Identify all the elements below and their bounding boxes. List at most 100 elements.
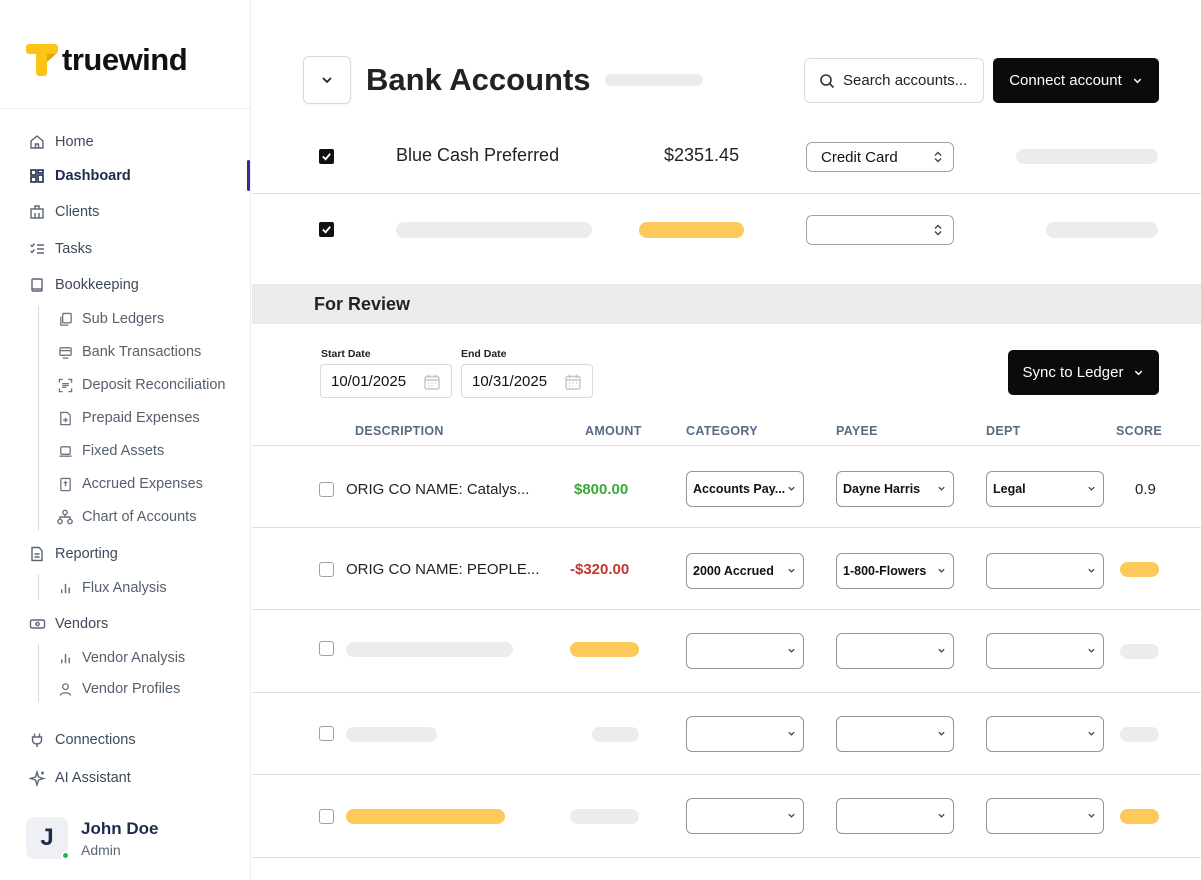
- sidebar-item-fixed-assets[interactable]: Fixed Assets: [57, 440, 164, 462]
- connect-account-button[interactable]: Connect account: [993, 58, 1159, 103]
- account-name: Blue Cash Preferred: [396, 145, 560, 165]
- sidebar-item-label: Bookkeeping: [55, 277, 139, 293]
- column-header-score[interactable]: SCORE: [1116, 424, 1162, 438]
- payee-select[interactable]: [836, 716, 954, 752]
- transaction-checkbox[interactable]: [319, 726, 334, 741]
- end-date-input[interactable]: 10/31/2025: [461, 364, 593, 398]
- category-select[interactable]: Accounts Pay...: [686, 471, 804, 507]
- category-value: Accounts Pay...: [693, 482, 786, 496]
- column-header-description[interactable]: DESCRIPTION: [355, 424, 444, 438]
- chevron-down-icon: [1087, 566, 1096, 575]
- loading-placeholder: [1120, 809, 1159, 824]
- transaction-checkbox[interactable]: [319, 482, 334, 497]
- account-type-select[interactable]: Credit Card: [806, 142, 954, 172]
- chevron-down-icon: [320, 73, 334, 87]
- chevron-down-icon: [937, 646, 946, 655]
- calendar-icon[interactable]: [564, 373, 582, 395]
- category-select[interactable]: [686, 716, 804, 752]
- category-select[interactable]: 2000 Accrued: [686, 553, 804, 589]
- sync-to-ledger-button[interactable]: Sync to Ledger: [1008, 350, 1159, 395]
- dept-select[interactable]: Legal: [986, 471, 1104, 507]
- chevron-up-down-icon: [933, 151, 943, 163]
- sidebar-item-sub-ledgers[interactable]: Sub Ledgers: [57, 308, 164, 330]
- column-header-payee[interactable]: PAYEE: [836, 424, 878, 438]
- chevron-down-icon: [937, 484, 946, 493]
- loading-placeholder: [346, 727, 437, 742]
- loading-placeholder: [1120, 644, 1159, 659]
- active-indicator: [247, 160, 250, 191]
- dept-select[interactable]: [986, 633, 1104, 669]
- payee-select[interactable]: 1-800-Flowers: [836, 553, 954, 589]
- sidebar-item-chart-of-accounts[interactable]: Chart of Accounts: [57, 506, 196, 528]
- transaction-amount: $800.00: [574, 481, 629, 498]
- sidebar-item-reporting[interactable]: Reporting: [28, 543, 118, 565]
- sidebar-item-flux-analysis[interactable]: Flux Analysis: [57, 577, 167, 599]
- search-icon: [819, 73, 835, 89]
- row-divider: [252, 692, 1201, 693]
- sidebar-item-home[interactable]: Home: [28, 131, 94, 153]
- sidebar-item-ai-assistant[interactable]: AI Assistant: [28, 767, 131, 789]
- plug-icon: [28, 731, 46, 749]
- sidebar-item-accrued-expenses[interactable]: Accrued Expenses: [57, 473, 203, 495]
- copy-icon: [57, 311, 73, 327]
- payee-select[interactable]: [836, 798, 954, 834]
- book-icon: [28, 276, 46, 294]
- sidebar-item-bookkeeping[interactable]: Bookkeeping: [28, 274, 139, 296]
- hierarchy-icon: [57, 509, 73, 525]
- column-header-amount[interactable]: AMOUNT: [585, 424, 642, 438]
- account-checkbox[interactable]: [319, 149, 334, 164]
- sidebar-item-label: Bank Transactions: [82, 344, 202, 360]
- account-checkbox[interactable]: [319, 222, 334, 237]
- sidebar-item-prepaid-expenses[interactable]: Prepaid Expenses: [57, 407, 200, 429]
- column-header-dept[interactable]: DEPT: [986, 424, 1021, 438]
- sidebar-item-vendors[interactable]: Vendors: [28, 613, 108, 635]
- category-select[interactable]: [686, 633, 804, 669]
- report-icon: [28, 545, 46, 563]
- chevron-down-icon: [787, 811, 796, 820]
- tree-line: [38, 574, 39, 600]
- sidebar-item-label: Accrued Expenses: [82, 476, 203, 492]
- sidebar-item-connections[interactable]: Connections: [28, 729, 136, 751]
- column-header-category[interactable]: CATEGORY: [686, 424, 758, 438]
- account-type-select[interactable]: [806, 215, 954, 245]
- sidebar-item-dashboard[interactable]: Dashboard: [28, 165, 131, 187]
- vendor-icon: [28, 615, 46, 633]
- transaction-checkbox[interactable]: [319, 641, 334, 656]
- dept-select[interactable]: [986, 553, 1104, 589]
- sidebar-item-clients[interactable]: Clients: [28, 201, 99, 223]
- dept-select[interactable]: [986, 716, 1104, 752]
- page-title: Bank Accounts: [366, 62, 591, 97]
- start-date-input[interactable]: 10/01/2025: [320, 364, 452, 398]
- collapse-button[interactable]: [303, 56, 351, 104]
- loading-placeholder: [346, 809, 505, 824]
- search-label: Search accounts...: [843, 72, 968, 89]
- dept-value: Legal: [993, 482, 1026, 496]
- row-divider: [252, 609, 1201, 610]
- truewind-logo[interactable]: truewind: [26, 42, 188, 78]
- receipt-icon: [57, 476, 73, 492]
- online-status-dot: [61, 851, 70, 860]
- transaction-checkbox[interactable]: [319, 562, 334, 577]
- sidebar-item-tasks[interactable]: Tasks: [28, 238, 92, 260]
- tasks-icon: [28, 240, 46, 258]
- laptop-icon: [57, 443, 73, 459]
- sidebar-item-vendor-analysis[interactable]: Vendor Analysis: [57, 647, 185, 669]
- end-date-label: End Date: [461, 348, 507, 360]
- sidebar-item-vendor-profiles[interactable]: Vendor Profiles: [57, 678, 180, 700]
- sidebar-item-label: Home: [55, 134, 94, 150]
- sidebar: truewind Home Dashboard Clients Tasks Bo…: [0, 0, 251, 880]
- sidebar-item-label: Vendor Profiles: [82, 681, 181, 697]
- dept-select[interactable]: [986, 798, 1104, 834]
- sidebar-item-bank-transactions[interactable]: Bank Transactions: [57, 341, 201, 363]
- transaction-checkbox[interactable]: [319, 809, 334, 824]
- sidebar-item-label: Sub Ledgers: [82, 311, 165, 327]
- calendar-icon[interactable]: [423, 373, 441, 395]
- payee-select[interactable]: Dayne Harris: [836, 471, 954, 507]
- user-profile[interactable]: J John Doe Admin: [26, 817, 158, 860]
- sidebar-item-label: Reporting: [55, 546, 118, 562]
- sidebar-item-deposit-reconciliation[interactable]: Deposit Reconciliation: [57, 374, 225, 396]
- category-select[interactable]: [686, 798, 804, 834]
- search-accounts-button[interactable]: Search accounts...: [804, 58, 984, 103]
- payee-select[interactable]: [836, 633, 954, 669]
- user-role: Admin: [81, 841, 121, 858]
